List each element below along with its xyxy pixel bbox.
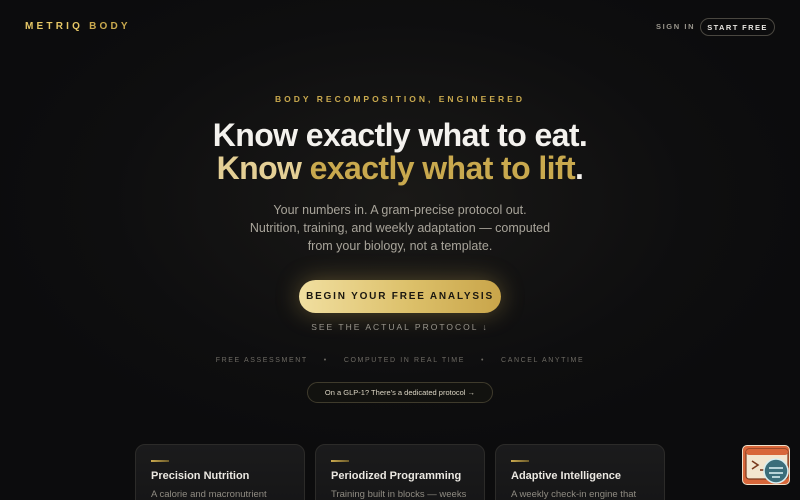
trust-item: COMPUTED IN REAL TIME	[343, 357, 465, 364]
card-description: Training built in blocks — weeks	[331, 489, 467, 500]
landing-page: METRIQ BODY SIGN IN START FREE BODY RECO…	[0, 0, 800, 500]
feature-card-adaptive[interactable]: Adaptive Intelligence A weekly check-in …	[495, 444, 665, 500]
card-accent-line	[331, 460, 349, 462]
hero-subtitle-line-1: Your numbers in. A gram-precise protocol…	[273, 203, 527, 217]
brand-logo[interactable]: METRIQ BODY	[25, 21, 131, 32]
feature-card-programming[interactable]: Periodized Programming Training built in…	[315, 444, 485, 500]
start-free-button[interactable]: START FREE	[700, 18, 775, 36]
trust-item: FREE ASSESSMENT	[215, 357, 308, 364]
headline-gold-phrase: exactly what to lift	[309, 150, 576, 186]
trust-separator: •	[323, 357, 328, 364]
card-accent-line	[151, 460, 169, 462]
sign-in-link[interactable]: SIGN IN	[656, 22, 695, 31]
trust-row: FREE ASSESSMENT • COMPUTED IN REAL TIME …	[0, 357, 800, 364]
hero-subtitle-line-3: from your biology, not a template.	[307, 239, 493, 253]
card-title: Precision Nutrition	[151, 470, 250, 482]
headline-period: .	[575, 150, 584, 186]
card-title: Adaptive Intelligence	[511, 470, 622, 482]
hero-subtitle-line-2: Nutrition, training, and weekly adaptati…	[249, 221, 551, 235]
card-title: Periodized Programming	[331, 470, 462, 482]
headline-know: Know	[216, 150, 310, 186]
card-description: A calorie and macronutrient	[151, 489, 267, 500]
logo-word-2: BODY	[89, 21, 131, 32]
begin-analysis-button[interactable]: BEGIN YOUR FREE ANALYSIS	[299, 280, 501, 313]
hero-eyebrow: BODY RECOMPOSITION, ENGINEERED	[275, 94, 525, 104]
glp1-protocol-link[interactable]: On a GLP-1? There's a dedicated protocol…	[307, 382, 493, 403]
card-description: A weekly check-in engine that	[511, 489, 637, 500]
card-accent-line	[511, 460, 529, 462]
feature-card-nutrition[interactable]: Precision Nutrition A calorie and macron…	[135, 444, 305, 500]
trust-separator: •	[480, 357, 486, 364]
widget-graphic	[745, 448, 789, 484]
logo-word-1: METRIQ	[25, 21, 84, 32]
site-header: METRIQ BODY SIGN IN START FREE	[0, 0, 800, 54]
see-protocol-link[interactable]: SEE THE ACTUAL PROTOCOL ↓	[0, 322, 800, 332]
trust-item: CANCEL ANYTIME	[501, 357, 585, 364]
terminal-chat-icon[interactable]	[742, 445, 790, 485]
hero-headline-line-1: Know exactly what to eat.	[212, 117, 588, 153]
hero-headline-line-2: Know exactly what to lift.	[0, 151, 800, 185]
